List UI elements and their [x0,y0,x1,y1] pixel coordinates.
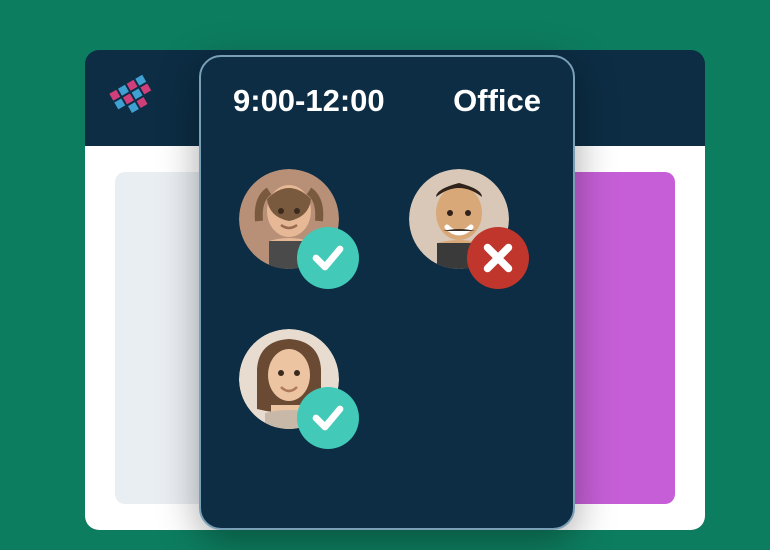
attendee-3[interactable] [239,329,339,429]
attendee-2[interactable] [409,169,509,269]
attendee-list [229,169,545,429]
time-range: 9:00-12:00 [233,83,385,119]
check-icon [297,387,359,449]
check-icon [297,227,359,289]
app-logo-icon [107,69,165,127]
cross-icon [467,227,529,289]
schedule-card[interactable]: 9:00-12:00 Office [199,55,575,530]
attendee-1[interactable] [239,169,339,269]
card-header: 9:00-12:00 Office [229,83,545,119]
location-label: Office [453,83,541,119]
